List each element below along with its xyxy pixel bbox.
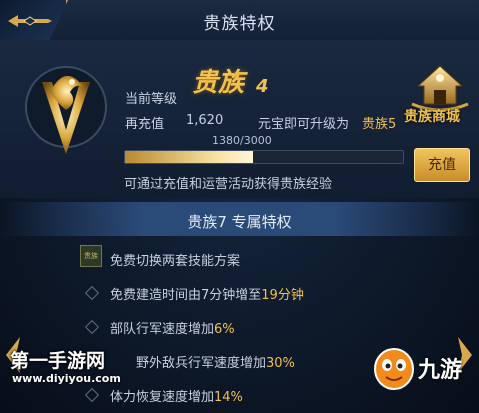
noble-level-number: 4 [256, 76, 269, 97]
jiuyou-logo-icon [374, 348, 414, 390]
recharge-amount: 1,620 [186, 113, 224, 128]
noble-dragon-emblem-icon [25, 66, 107, 154]
current-level-label: 当前等级 [125, 92, 178, 107]
recharge-button[interactable]: 充值 [414, 148, 470, 182]
watermark-jiuyou-text: 九游 [418, 358, 463, 383]
recharge-label: 再充值 [125, 117, 165, 132]
recharge-unit-text: 元宝即可升级为 [258, 117, 350, 132]
noble-shop-label[interactable]: 贵族商城 [404, 106, 460, 126]
diamond-bullet-icon [84, 387, 100, 403]
privileges-title: 贵族7 专属特权 [187, 213, 292, 231]
watermark-site-title: 第一手游网 [10, 350, 106, 372]
noble-badge-icon: 贵族 [80, 245, 102, 267]
experience-progress-text: 1380/3000 [212, 134, 272, 147]
privilege-screen: 贵族特权 当前等级 贵族 4 再充值 1,620 元宝即可升级为 贵族5 138… [0, 0, 479, 413]
experience-progress-bar [124, 150, 404, 164]
watermark-site-url: www.diyiyou.com [12, 372, 121, 385]
page-title: 贵族特权 [203, 14, 276, 34]
diamond-bullet-icon [84, 285, 100, 301]
noble-level-name: 贵族 [192, 68, 245, 98]
next-level-target: 贵族5 [362, 117, 397, 132]
experience-progress-fill [125, 151, 253, 163]
experience-hint: 可通过充值和运营活动获得贵族经验 [124, 177, 333, 192]
diamond-bullet-icon [84, 319, 100, 335]
